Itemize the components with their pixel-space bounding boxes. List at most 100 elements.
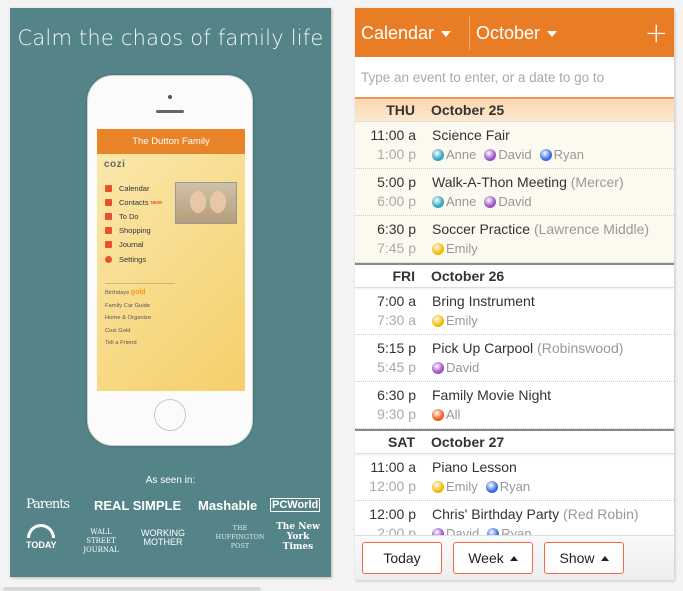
- show-button[interactable]: Show: [544, 542, 624, 574]
- end-time: 5:45 p: [377, 359, 416, 375]
- ryan-dot-icon: [539, 148, 552, 161]
- speaker: [156, 110, 184, 113]
- view-label: Calendar: [361, 23, 435, 43]
- journal-icon: [105, 241, 112, 249]
- person-name: All: [446, 407, 461, 422]
- event-people: Anne David Ryan: [432, 145, 592, 164]
- end-time: 1:00 p: [377, 146, 416, 162]
- day-of-week: THU: [386, 102, 415, 118]
- press-logo-mashable: Mashable: [198, 498, 258, 513]
- press-logo-nyt: The New York Times: [276, 522, 320, 552]
- press-logo-parents: Parents: [26, 497, 70, 512]
- camera-dot: [168, 95, 172, 99]
- person-name: David: [446, 360, 480, 375]
- event-title-line: Soccer Practice (Lawrence Middle): [432, 220, 649, 239]
- event-input[interactable]: Type an event to enter, or a date to go …: [355, 57, 674, 99]
- phone-link: Home & Organize: [105, 312, 151, 325]
- start-time: 6:30 p: [377, 221, 416, 237]
- event-title-line: Science Fair: [432, 126, 592, 145]
- month-dropdown[interactable]: October: [476, 23, 558, 44]
- event-body: Piano Lesson Emily Ryan: [432, 458, 538, 500]
- phone-link-label: Family Car Guide: [105, 302, 151, 309]
- event-title-line: Piano Lesson: [432, 458, 538, 477]
- header-divider: [469, 16, 470, 50]
- phone-menu-item-settings: Settings: [105, 252, 163, 266]
- event-row[interactable]: 6:30 p 9:30 p Family Movie Night All: [355, 382, 674, 429]
- phone-menu-item-to-do: To Do: [105, 209, 163, 223]
- person-tag: Ryan: [485, 477, 531, 496]
- phone-menu-item-contacts: Contacts NEW!: [105, 195, 163, 209]
- david-dot-icon: [484, 195, 497, 208]
- week-button[interactable]: Week: [453, 542, 533, 574]
- phone-menu-label: Journal: [119, 240, 144, 250]
- phone-link: Tell a Friend: [105, 337, 151, 350]
- event-times: 6:30 p 7:45 p: [355, 220, 416, 262]
- phone-mockup: The Dutton Family cozi HomeCalendarConta…: [87, 75, 253, 446]
- person-tag: Emily: [432, 477, 478, 496]
- event-title: Family Movie Night: [432, 387, 552, 403]
- family-title: The Dutton Family: [97, 129, 245, 154]
- calendar-icon: [105, 184, 112, 192]
- phone-link: Birthdays gold: [105, 287, 151, 300]
- event-list[interactable]: THU October 25 11:00 a 1:00 p Science Fair An…: [355, 99, 674, 536]
- plus-icon[interactable]: +: [645, 16, 668, 49]
- person-name: Emily: [446, 313, 478, 328]
- david-dot-icon: [432, 361, 444, 374]
- emily-dot-icon: [432, 314, 444, 327]
- contacts-icon: [105, 198, 112, 206]
- today-button[interactable]: Today: [362, 542, 442, 574]
- phone-screen: The Dutton Family cozi HomeCalendarConta…: [97, 129, 245, 391]
- phone-link: Family Car Guide: [105, 300, 151, 313]
- week-label: Week: [468, 550, 504, 566]
- anne-dot-icon: [432, 148, 444, 161]
- press-logo-huffpost: THE HUFFINGTON POST: [215, 524, 265, 550]
- phone-menu-label: Contacts: [119, 197, 149, 207]
- event-row[interactable]: 6:30 p 7:45 p Soccer Practice (Lawrence Mi…: [355, 216, 674, 263]
- press-logo-pcworld: PCWorld: [270, 498, 321, 512]
- event-title: Soccer Practice: [432, 221, 531, 237]
- person-tag: Emily: [432, 239, 478, 258]
- day-date: October 26: [431, 268, 505, 284]
- person-tag: Anne: [432, 192, 476, 211]
- event-title: Bring Instrument: [432, 293, 535, 309]
- event-row[interactable]: 11:00 a 12:00 p Piano Lesson Emily Ryan: [355, 454, 674, 501]
- phone-links: Birthdays gold Family Car Guide Home & Org…: [105, 287, 151, 350]
- anne-dot-icon: [432, 195, 444, 208]
- new-badge: NEW!: [150, 199, 163, 205]
- event-people: Emily Ryan: [432, 477, 538, 496]
- person-name: Emily: [446, 241, 478, 256]
- bottom-toolbar: Today Week Show: [355, 535, 674, 580]
- day-of-week: SAT: [388, 434, 415, 450]
- event-body: Pick Up Carpool (Robinswood) David: [432, 339, 623, 381]
- event-title: Science Fair: [432, 127, 510, 143]
- person-name: Anne: [446, 147, 477, 162]
- phone-menu-item-calendar: Calendar: [105, 181, 163, 195]
- event-title: Pick Up Carpool: [432, 340, 534, 356]
- event-row[interactable]: 5:00 p 6:00 p Walk-A-Thon Meeting (Mercer)…: [355, 169, 674, 216]
- event-times: 7:00 a 7:30 a: [355, 292, 416, 334]
- ryan-dot-icon: [485, 480, 498, 493]
- end-time: 12:00 p: [369, 478, 416, 494]
- event-times: 11:00 a 12:00 p: [355, 458, 416, 500]
- david-dot-icon: [484, 148, 497, 161]
- emily-dot-icon: [432, 242, 444, 255]
- person-name: Ryan: [499, 479, 531, 494]
- event-title-line: Bring Instrument: [432, 292, 535, 311]
- start-time: 5:00 p: [377, 174, 416, 190]
- event-row[interactable]: 11:00 a 1:00 p Science Fair Anne David Ryan: [355, 122, 674, 169]
- day-date: October 25: [431, 102, 505, 118]
- event-row[interactable]: 5:15 p 5:45 p Pick Up Carpool (Robinswood)…: [355, 335, 674, 382]
- press-logo-wsj: WALL STREET JOURNAL: [83, 528, 119, 554]
- phone-link-label: Cozi Gold: [105, 327, 131, 334]
- event-times: 5:00 p 6:00 p: [355, 173, 416, 215]
- phone-menu-label: Calendar: [119, 183, 150, 193]
- event-people: Emily: [432, 239, 649, 258]
- horizontal-scrollbar[interactable]: [3, 587, 261, 591]
- event-row[interactable]: 7:00 a 7:30 a Bring Instrument Emily: [355, 288, 674, 335]
- promo-panel: Calm the chaos of family life The Dutton…: [10, 8, 331, 577]
- phone-menu-label: Settings: [119, 254, 147, 264]
- phone-link-label: Home & Organize: [105, 315, 152, 321]
- view-dropdown[interactable]: Calendar: [361, 23, 452, 44]
- day-date: October 27: [431, 434, 505, 450]
- event-row[interactable]: 12:00 p 2:00 p Chris' Birthday Party (Red …: [355, 501, 674, 536]
